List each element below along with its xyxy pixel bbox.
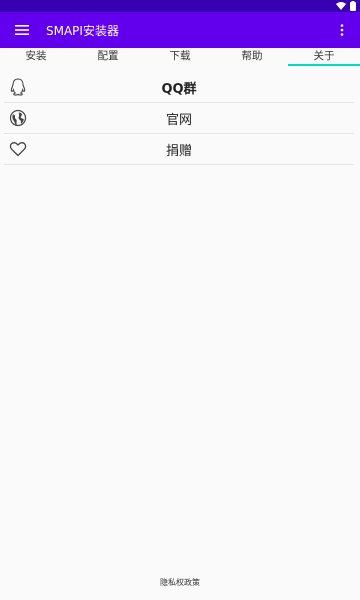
tab-download[interactable]: 下载 <box>144 48 216 66</box>
qq-icon <box>10 78 26 96</box>
privacy-policy-link[interactable]: 隐私权政策 <box>0 577 360 588</box>
menu-button[interactable] <box>4 12 40 48</box>
globe-icon <box>9 109 27 127</box>
tab-config[interactable]: 配置 <box>72 48 144 66</box>
list-item-label: 捐赠 <box>165 143 192 159</box>
tab-bar: 安装 配置 下载 帮助 关于 <box>0 48 360 66</box>
battery-icon <box>350 1 356 11</box>
overflow-menu-button[interactable] <box>330 12 354 48</box>
navigation-bar <box>0 596 360 600</box>
list-item-donate[interactable]: 捐赠 <box>4 134 354 165</box>
tab-help[interactable]: 帮助 <box>216 48 288 66</box>
hamburger-menu-icon <box>15 25 29 35</box>
heart-icon <box>9 142 27 157</box>
wifi-icon <box>336 2 346 10</box>
tab-about[interactable]: 关于 <box>288 48 360 66</box>
status-bar <box>0 0 360 12</box>
list-item-label: QQ群 <box>161 81 197 97</box>
tab-install[interactable]: 安装 <box>0 48 72 66</box>
list-item-website[interactable]: 官网 <box>4 103 354 134</box>
more-vert-icon <box>340 24 344 36</box>
app-bar: SMAPI安装器 <box>0 12 360 48</box>
app-title: SMAPI安装器 <box>46 23 119 38</box>
about-list: QQ群 官网 捐赠 <box>0 72 360 165</box>
list-item-qq-group[interactable]: QQ群 <box>4 72 354 103</box>
list-item-label: 官网 <box>165 112 192 128</box>
